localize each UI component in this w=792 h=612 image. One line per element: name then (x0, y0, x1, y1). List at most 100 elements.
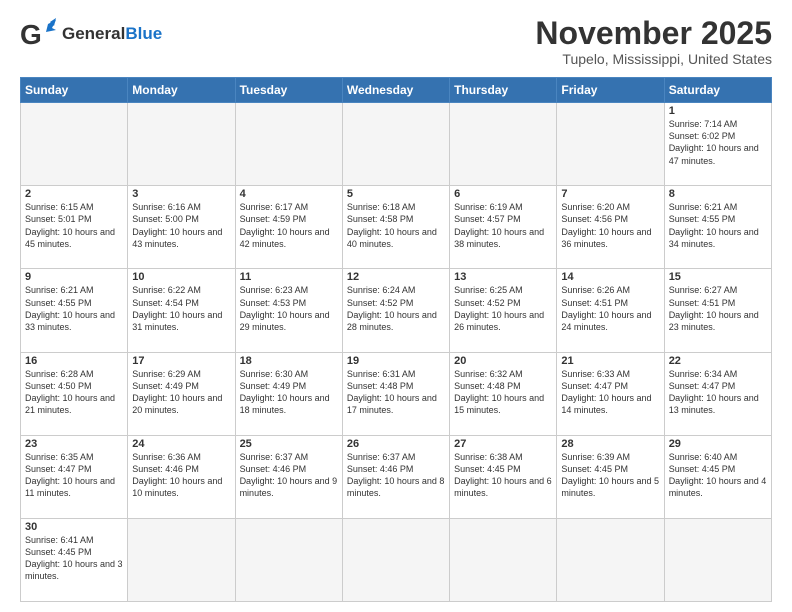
day-info: Sunrise: 6:35 AM Sunset: 4:47 PM Dayligh… (25, 451, 123, 500)
calendar-cell: 18Sunrise: 6:30 AM Sunset: 4:49 PM Dayli… (235, 352, 342, 435)
calendar-cell (342, 103, 449, 186)
day-info: Sunrise: 6:29 AM Sunset: 4:49 PM Dayligh… (132, 368, 230, 417)
calendar-cell: 9Sunrise: 6:21 AM Sunset: 4:55 PM Daylig… (21, 269, 128, 352)
day-info: Sunrise: 6:34 AM Sunset: 4:47 PM Dayligh… (669, 368, 767, 417)
calendar-cell (21, 103, 128, 186)
day-info: Sunrise: 6:15 AM Sunset: 5:01 PM Dayligh… (25, 201, 123, 250)
col-tuesday: Tuesday (235, 78, 342, 103)
calendar-cell: 11Sunrise: 6:23 AM Sunset: 4:53 PM Dayli… (235, 269, 342, 352)
day-number: 27 (454, 438, 552, 450)
day-number: 14 (561, 271, 659, 283)
calendar-cell (557, 518, 664, 601)
calendar-cell: 27Sunrise: 6:38 AM Sunset: 4:45 PM Dayli… (450, 435, 557, 518)
calendar-cell: 25Sunrise: 6:37 AM Sunset: 4:46 PM Dayli… (235, 435, 342, 518)
day-info: Sunrise: 6:31 AM Sunset: 4:48 PM Dayligh… (347, 368, 445, 417)
day-number: 7 (561, 188, 659, 200)
day-info: Sunrise: 6:37 AM Sunset: 4:46 PM Dayligh… (240, 451, 338, 500)
col-thursday: Thursday (450, 78, 557, 103)
calendar-cell: 2Sunrise: 6:15 AM Sunset: 5:01 PM Daylig… (21, 186, 128, 269)
calendar-table: Sunday Monday Tuesday Wednesday Thursday… (20, 77, 772, 602)
day-info: Sunrise: 6:33 AM Sunset: 4:47 PM Dayligh… (561, 368, 659, 417)
calendar-cell: 15Sunrise: 6:27 AM Sunset: 4:51 PM Dayli… (664, 269, 771, 352)
day-info: Sunrise: 6:16 AM Sunset: 5:00 PM Dayligh… (132, 201, 230, 250)
day-number: 21 (561, 355, 659, 367)
day-info: Sunrise: 6:20 AM Sunset: 4:56 PM Dayligh… (561, 201, 659, 250)
day-info: Sunrise: 6:21 AM Sunset: 4:55 PM Dayligh… (669, 201, 767, 250)
day-info: Sunrise: 6:22 AM Sunset: 4:54 PM Dayligh… (132, 284, 230, 333)
day-number: 23 (25, 438, 123, 450)
calendar-cell: 1Sunrise: 7:14 AM Sunset: 6:02 PM Daylig… (664, 103, 771, 186)
day-number: 25 (240, 438, 338, 450)
day-info: Sunrise: 6:26 AM Sunset: 4:51 PM Dayligh… (561, 284, 659, 333)
day-info: Sunrise: 6:19 AM Sunset: 4:57 PM Dayligh… (454, 201, 552, 250)
day-info: Sunrise: 6:27 AM Sunset: 4:51 PM Dayligh… (669, 284, 767, 333)
header: G GeneralBlue November 2025 Tupelo, Miss… (20, 16, 772, 67)
col-monday: Monday (128, 78, 235, 103)
day-number: 1 (669, 105, 767, 117)
day-info: Sunrise: 6:40 AM Sunset: 4:45 PM Dayligh… (669, 451, 767, 500)
logo-icon: G (20, 16, 56, 52)
day-number: 13 (454, 271, 552, 283)
calendar-cell: 12Sunrise: 6:24 AM Sunset: 4:52 PM Dayli… (342, 269, 449, 352)
day-info: Sunrise: 6:32 AM Sunset: 4:48 PM Dayligh… (454, 368, 552, 417)
calendar-cell: 26Sunrise: 6:37 AM Sunset: 4:46 PM Dayli… (342, 435, 449, 518)
day-number: 6 (454, 188, 552, 200)
calendar-cell (128, 103, 235, 186)
calendar-cell (235, 518, 342, 601)
day-info: Sunrise: 6:38 AM Sunset: 4:45 PM Dayligh… (454, 451, 552, 500)
calendar-cell: 24Sunrise: 6:36 AM Sunset: 4:46 PM Dayli… (128, 435, 235, 518)
calendar-subtitle: Tupelo, Mississippi, United States (535, 51, 772, 67)
day-number: 29 (669, 438, 767, 450)
col-friday: Friday (557, 78, 664, 103)
day-number: 12 (347, 271, 445, 283)
day-info: Sunrise: 6:39 AM Sunset: 4:45 PM Dayligh… (561, 451, 659, 500)
logo-text: GeneralBlue (62, 25, 162, 44)
calendar-cell: 17Sunrise: 6:29 AM Sunset: 4:49 PM Dayli… (128, 352, 235, 435)
calendar-header-row: Sunday Monday Tuesday Wednesday Thursday… (21, 78, 772, 103)
calendar-cell (450, 518, 557, 601)
day-number: 26 (347, 438, 445, 450)
day-number: 24 (132, 438, 230, 450)
day-info: Sunrise: 6:25 AM Sunset: 4:52 PM Dayligh… (454, 284, 552, 333)
col-sunday: Sunday (21, 78, 128, 103)
day-number: 4 (240, 188, 338, 200)
calendar-cell: 7Sunrise: 6:20 AM Sunset: 4:56 PM Daylig… (557, 186, 664, 269)
calendar-week-row: 2Sunrise: 6:15 AM Sunset: 5:01 PM Daylig… (21, 186, 772, 269)
calendar-cell: 16Sunrise: 6:28 AM Sunset: 4:50 PM Dayli… (21, 352, 128, 435)
day-number: 11 (240, 271, 338, 283)
calendar-cell: 4Sunrise: 6:17 AM Sunset: 4:59 PM Daylig… (235, 186, 342, 269)
day-number: 2 (25, 188, 123, 200)
calendar-cell: 21Sunrise: 6:33 AM Sunset: 4:47 PM Dayli… (557, 352, 664, 435)
calendar-cell: 14Sunrise: 6:26 AM Sunset: 4:51 PM Dayli… (557, 269, 664, 352)
day-number: 10 (132, 271, 230, 283)
calendar-week-row: 30Sunrise: 6:41 AM Sunset: 4:45 PM Dayli… (21, 518, 772, 601)
day-number: 22 (669, 355, 767, 367)
day-info: Sunrise: 7:14 AM Sunset: 6:02 PM Dayligh… (669, 118, 767, 167)
day-number: 5 (347, 188, 445, 200)
logo: G GeneralBlue (20, 16, 162, 52)
svg-text:G: G (20, 19, 42, 50)
calendar-week-row: 9Sunrise: 6:21 AM Sunset: 4:55 PM Daylig… (21, 269, 772, 352)
day-info: Sunrise: 6:30 AM Sunset: 4:49 PM Dayligh… (240, 368, 338, 417)
calendar-cell: 23Sunrise: 6:35 AM Sunset: 4:47 PM Dayli… (21, 435, 128, 518)
calendar-cell (664, 518, 771, 601)
day-number: 15 (669, 271, 767, 283)
calendar-week-row: 16Sunrise: 6:28 AM Sunset: 4:50 PM Dayli… (21, 352, 772, 435)
calendar-cell: 29Sunrise: 6:40 AM Sunset: 4:45 PM Dayli… (664, 435, 771, 518)
calendar-cell: 22Sunrise: 6:34 AM Sunset: 4:47 PM Dayli… (664, 352, 771, 435)
day-info: Sunrise: 6:36 AM Sunset: 4:46 PM Dayligh… (132, 451, 230, 500)
day-info: Sunrise: 6:24 AM Sunset: 4:52 PM Dayligh… (347, 284, 445, 333)
col-wednesday: Wednesday (342, 78, 449, 103)
calendar-cell (128, 518, 235, 601)
day-number: 28 (561, 438, 659, 450)
day-number: 3 (132, 188, 230, 200)
day-number: 19 (347, 355, 445, 367)
day-number: 8 (669, 188, 767, 200)
day-info: Sunrise: 6:21 AM Sunset: 4:55 PM Dayligh… (25, 284, 123, 333)
calendar-cell (557, 103, 664, 186)
day-info: Sunrise: 6:23 AM Sunset: 4:53 PM Dayligh… (240, 284, 338, 333)
calendar-week-row: 1Sunrise: 7:14 AM Sunset: 6:02 PM Daylig… (21, 103, 772, 186)
day-info: Sunrise: 6:37 AM Sunset: 4:46 PM Dayligh… (347, 451, 445, 500)
calendar-cell: 19Sunrise: 6:31 AM Sunset: 4:48 PM Dayli… (342, 352, 449, 435)
calendar-cell: 6Sunrise: 6:19 AM Sunset: 4:57 PM Daylig… (450, 186, 557, 269)
